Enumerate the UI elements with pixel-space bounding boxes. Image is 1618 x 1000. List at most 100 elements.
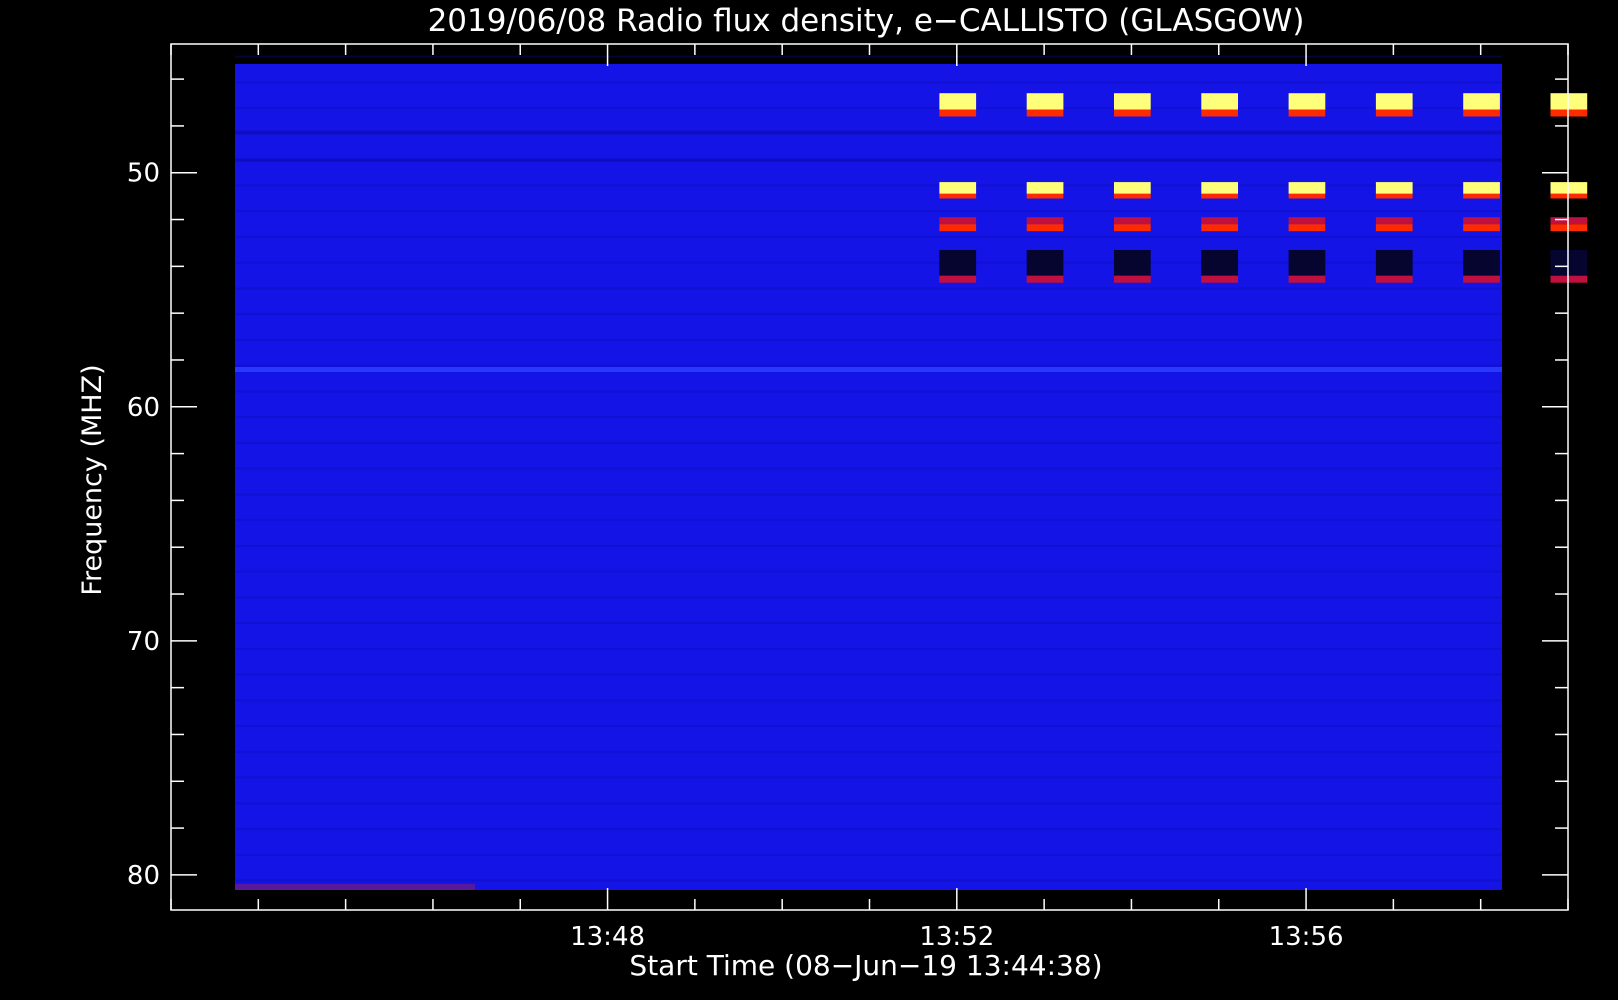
- pulse-cell: [1026, 93, 1064, 110]
- pulse-cell: [1288, 275, 1326, 283]
- spectrogram-texture-row: [235, 287, 1502, 290]
- y-tick-label: 50: [127, 159, 160, 189]
- pulse-cell: [1114, 275, 1151, 283]
- pulse-cell: [939, 224, 977, 232]
- pulse-cell: [1375, 275, 1413, 283]
- pulse-cell: [1114, 109, 1151, 117]
- pulse-cell: [1463, 182, 1500, 194]
- pulse-cell: [1288, 193, 1326, 199]
- pulse-cell: [1201, 93, 1238, 110]
- pulse-cell: [1201, 275, 1238, 283]
- spectrogram-texture-row: [235, 828, 1502, 831]
- pulse-cell: [1114, 217, 1151, 225]
- pulse-cell: [1463, 217, 1500, 225]
- x-axis-label: Start Time (08−Jun−19 13:44:38): [629, 949, 1102, 982]
- spectrogram-texture-row: [235, 596, 1502, 599]
- pulse-cell: [939, 217, 977, 225]
- x-tick-label: 13:48: [570, 922, 645, 952]
- pulse-cell: [1026, 224, 1064, 232]
- spectrogram-texture-row: [235, 725, 1502, 728]
- spectrogram-texture-row: [235, 673, 1502, 676]
- spectrogram-texture-row: [235, 776, 1502, 779]
- x-tick-label: 13:52: [919, 922, 994, 952]
- spectrogram-texture-row: [235, 570, 1502, 573]
- spectrogram-texture-row: [235, 544, 1502, 547]
- spectrogram-texture-row: [235, 81, 1502, 84]
- pulse-cell: [1026, 250, 1064, 276]
- pulse-cell: [1114, 93, 1151, 110]
- spectrogram-texture-row: [235, 750, 1502, 753]
- pulse-cell: [1114, 224, 1151, 232]
- spectrogram-texture-row: [235, 235, 1502, 238]
- spectrogram-texture-row: [235, 441, 1502, 444]
- spectrogram-figure: 2019/06/08 Radio flux density, e−CALLIST…: [0, 0, 1618, 1000]
- x-tick-label: 13:56: [1269, 922, 1344, 952]
- pulse-cell: [939, 275, 977, 283]
- spectrogram-texture-row: [235, 853, 1502, 856]
- pulse-cell: [1288, 93, 1326, 110]
- pulse-cell: [1201, 217, 1238, 225]
- interference-band: [235, 367, 1502, 372]
- pulse-cell: [1288, 224, 1326, 232]
- spectrogram-texture-row: [235, 622, 1502, 625]
- spectrogram-texture-row: [235, 364, 1502, 367]
- y-tick-label: 80: [127, 861, 160, 891]
- pulse-cell: [1375, 224, 1413, 232]
- spectrogram-heatmap: [235, 55, 1588, 890]
- y-tick-label: 60: [127, 393, 160, 423]
- pulse-cell: [1550, 93, 1588, 110]
- spectrogram-texture-row: [235, 802, 1502, 805]
- pulse-cell: [1375, 250, 1413, 276]
- pulse-cell: [1463, 250, 1500, 276]
- pulse-cell: [1026, 182, 1064, 194]
- pulse-cell: [1550, 224, 1588, 232]
- spectrogram-texture-row: [235, 647, 1502, 650]
- pulse-cell: [1026, 217, 1064, 225]
- pulse-cell: [939, 93, 977, 110]
- pulse-cell: [1463, 93, 1500, 110]
- spectrogram-texture-row: [235, 338, 1502, 341]
- pulse-cell: [939, 182, 977, 194]
- pulse-cell: [1201, 193, 1238, 199]
- spectrogram-texture-row: [235, 467, 1502, 470]
- pulse-cell: [1375, 217, 1413, 225]
- pulse-cell: [1550, 182, 1588, 194]
- pulse-cell: [1463, 193, 1500, 199]
- pulse-cell: [939, 193, 977, 199]
- pulse-cell: [1114, 250, 1151, 276]
- spectrogram-texture-row: [235, 55, 1502, 58]
- pulse-cell: [1288, 109, 1326, 117]
- pulse-cell: [1550, 193, 1588, 199]
- pulse-cell: [1201, 250, 1238, 276]
- pulse-cell: [1288, 182, 1326, 194]
- pulse-cell: [1201, 224, 1238, 232]
- spectrogram-noise-band: [235, 130, 1502, 134]
- pulse-cell: [1288, 250, 1326, 276]
- pulse-cell: [1026, 275, 1064, 283]
- spectrogram-texture-row: [235, 519, 1502, 522]
- pulse-cell: [1026, 193, 1064, 199]
- pulse-cell: [1026, 109, 1064, 117]
- pulse-cell: [1550, 109, 1588, 117]
- pulse-cell: [1463, 224, 1500, 232]
- pulse-cell: [1114, 182, 1151, 194]
- pulse-cell: [1288, 217, 1326, 225]
- y-axis-label: Frequency (MHZ): [77, 364, 108, 595]
- pulse-cell: [1463, 275, 1500, 283]
- pulse-cell: [1463, 109, 1500, 117]
- spectrogram-texture-row: [235, 699, 1502, 702]
- spectrogram-texture-row: [235, 390, 1502, 393]
- y-tick-label: 70: [127, 627, 160, 657]
- pulse-cell: [1375, 93, 1413, 110]
- spectrogram-texture-row: [235, 416, 1502, 419]
- pulse-cell: [939, 250, 977, 276]
- spectrogram-texture-row: [235, 879, 1502, 882]
- pulse-cell: [1114, 193, 1151, 199]
- spectrogram-texture-row: [235, 313, 1502, 316]
- pulse-cell: [1375, 182, 1413, 194]
- spectrogram-texture-row: [235, 210, 1502, 213]
- chart-title: 2019/06/08 Radio flux density, e−CALLIST…: [428, 3, 1305, 39]
- pulse-cell: [939, 109, 977, 117]
- bottom-streak: [235, 884, 475, 890]
- pulse-cell: [1375, 109, 1413, 117]
